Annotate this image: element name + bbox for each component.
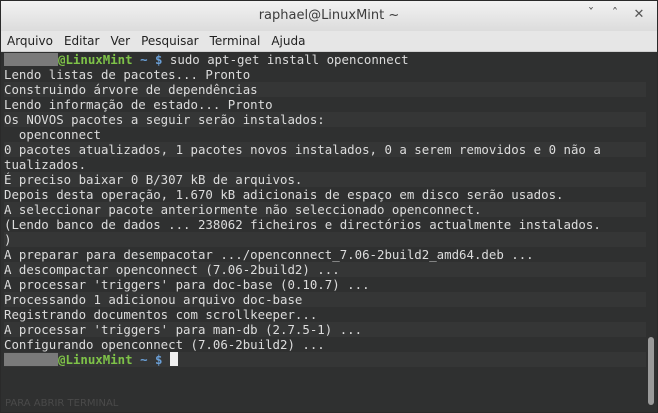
- output-line: Construindo árvore de dependências: [4, 82, 646, 97]
- output-line: Registrando documentos com scrollkeeper.…: [4, 307, 318, 322]
- scrollbar[interactable]: [646, 52, 657, 412]
- window-title: raphael@LinuxMint ~: [258, 8, 400, 23]
- output-line: Lendo informação de estado... Pronto: [4, 97, 273, 112]
- output-line: Configurando openconnect (7.06-2build2) …: [4, 337, 325, 352]
- output-line: A preparar para desempacotar .../opencon…: [4, 247, 534, 262]
- output-line: A processar 'triggers' para man-db (2.7.…: [4, 322, 646, 337]
- prompt-path: ~ $: [132, 352, 170, 367]
- output-line: Lendo listas de pacotes... Pronto: [4, 67, 251, 82]
- prompt-line: @LinuxMint ~ $: [4, 352, 646, 367]
- output-line: (Lendo banco de dados ... 238062 ficheir…: [4, 217, 601, 232]
- menu-bar: Arquivo Editar Ver Pesquisar Terminal Aj…: [1, 31, 657, 52]
- redacted-username: [4, 353, 58, 366]
- close-icon[interactable]: ✕: [631, 7, 647, 23]
- prompt-path: ~ $: [132, 52, 170, 67]
- text-cursor: [169, 352, 178, 366]
- window-controls: ˇ ˆ ✕: [583, 7, 647, 23]
- output-line: ): [4, 232, 646, 247]
- output-line: A seleccionar pacote anteriormente não s…: [4, 202, 646, 217]
- output-line: 0 pacotes atualizados, 1 pacotes novos i…: [4, 142, 646, 157]
- output-line: A descompactar openconnect (7.06-2build2…: [4, 262, 646, 277]
- terminal-output[interactable]: @LinuxMint ~ $ sudo apt-get install open…: [1, 52, 646, 412]
- output-line: A processar 'triggers' para doc-base (0.…: [4, 277, 370, 292]
- prompt-host: @LinuxMint: [58, 352, 133, 367]
- title-bar[interactable]: raphael@LinuxMint ~ ˇ ˆ ✕: [1, 1, 657, 32]
- maximize-icon[interactable]: ˆ: [607, 7, 623, 23]
- menu-ajuda[interactable]: Ajuda: [265, 34, 310, 48]
- command-text: sudo apt-get install openconnect: [169, 52, 409, 67]
- menu-pesquisar[interactable]: Pesquisar: [135, 34, 204, 48]
- output-line: Os NOVOS pacotes a seguir serão instalad…: [4, 112, 646, 127]
- output-line: Processando 1 adicionou arquivo doc-base: [4, 292, 646, 307]
- scrollbar-thumb[interactable]: [648, 337, 654, 405]
- redacted-username: [4, 53, 58, 66]
- output-line: É preciso baixar 0 B/307 kB de arquivos.: [4, 172, 646, 187]
- menu-editar[interactable]: Editar: [58, 34, 105, 48]
- output-line: tualizados.: [4, 157, 87, 172]
- output-line: Depois desta operação, 1.670 kB adiciona…: [4, 187, 564, 202]
- menu-ver[interactable]: Ver: [104, 34, 135, 48]
- menu-terminal[interactable]: Terminal: [204, 34, 266, 48]
- terminal-window: raphael@LinuxMint ~ ˇ ˆ ✕ Arquivo Editar…: [0, 0, 658, 413]
- minimize-icon[interactable]: ˇ: [583, 7, 599, 23]
- prompt-host: @LinuxMint: [58, 52, 133, 67]
- background-ghost-text: PARA ABRIR TERMINAL: [5, 398, 119, 409]
- menu-arquivo[interactable]: Arquivo: [1, 34, 58, 48]
- prompt-line: @LinuxMint ~ $ sudo apt-get install open…: [4, 52, 646, 67]
- output-line: openconnect: [4, 127, 101, 142]
